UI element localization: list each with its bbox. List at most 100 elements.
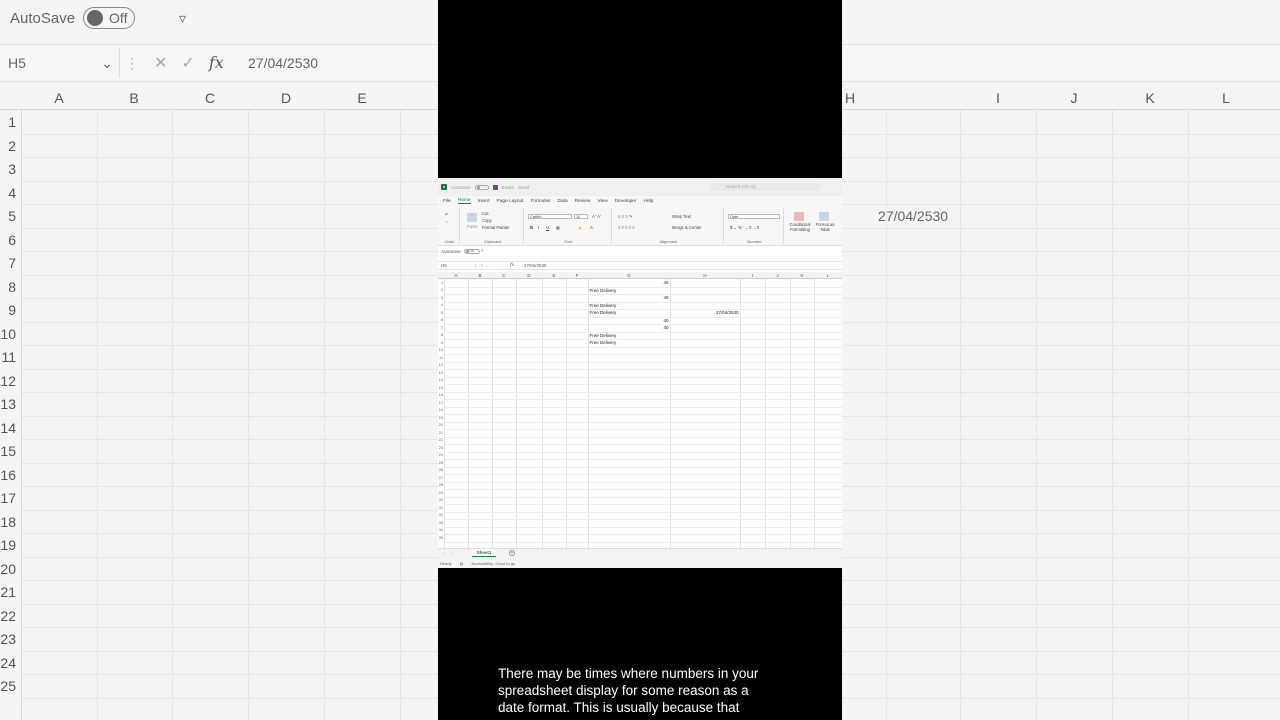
bg-col-header[interactable]: B	[129, 90, 138, 106]
row-header[interactable]: 13	[438, 371, 443, 375]
cell-g1[interactable]: 40	[663, 280, 668, 285]
conditional-formatting-button[interactable]: Conditional Formatting	[787, 222, 813, 232]
bg-row-header[interactable]: 6	[0, 232, 16, 248]
bg-row-header[interactable]: 14	[0, 420, 16, 436]
row-header[interactable]: 30	[438, 498, 443, 502]
save-icon[interactable]	[492, 184, 498, 190]
bg-row-header[interactable]: 21	[0, 584, 16, 600]
conditional-formatting-icon[interactable]	[794, 212, 804, 221]
bg-row-header[interactable]: 5	[0, 208, 16, 224]
format-painter-button[interactable]: Format Painter	[482, 225, 510, 230]
cell-g7[interactable]: 40	[663, 325, 668, 330]
sheet-tab-sheet1[interactable]: Sheet1	[472, 549, 496, 557]
row-header[interactable]: 19	[438, 416, 443, 420]
bg-row-header[interactable]: 8	[0, 279, 16, 295]
column-header[interactable]: G	[627, 273, 631, 278]
bg-row-header[interactable]: 18	[0, 514, 16, 530]
copy-button[interactable]: Copy	[482, 218, 492, 223]
column-header[interactable]: B	[478, 273, 481, 278]
autosave-toggle[interactable]	[474, 184, 489, 190]
font-name-select[interactable]: Calibri	[528, 214, 572, 219]
row-header[interactable]: 1	[438, 281, 443, 285]
sheet-nav-icon[interactable]: ‹›	[444, 551, 457, 556]
row-header[interactable]: 34	[438, 528, 443, 532]
tab-help[interactable]: Help	[644, 199, 654, 204]
bg-row-header[interactable]: 13	[0, 396, 16, 412]
row-header[interactable]: 23	[438, 446, 443, 450]
cell-g5[interactable]: Free Delivery	[590, 310, 617, 315]
bg-row-header[interactable]: 10	[0, 326, 16, 342]
bg-row-header[interactable]: 19	[0, 537, 16, 553]
italic-icon[interactable]: I	[538, 225, 539, 230]
bg-row-header[interactable]: 1	[0, 114, 16, 130]
tab-home[interactable]: Home	[457, 198, 471, 204]
row-header[interactable]: 25	[438, 461, 443, 465]
bg-row-header[interactable]: 25	[0, 678, 16, 694]
row-header[interactable]: 31	[438, 506, 443, 510]
cell-g9[interactable]: Free Delivery	[590, 340, 617, 345]
column-header[interactable]: F	[576, 273, 579, 278]
row-header[interactable]: 5	[438, 311, 443, 315]
format-as-table-icon[interactable]	[819, 212, 829, 221]
bg-row-header[interactable]: 24	[0, 655, 16, 671]
quick-autosave-toggle[interactable]	[463, 248, 480, 254]
bg-row-header[interactable]: 4	[0, 185, 16, 201]
tab-review[interactable]: Review	[575, 199, 591, 204]
bg-col-header[interactable]: K	[1145, 90, 1154, 106]
row-header[interactable]: 10	[438, 348, 443, 352]
row-header[interactable]: 24	[438, 453, 443, 457]
row-header[interactable]: 6	[438, 318, 443, 322]
fill-color-icon[interactable]: ▲	[578, 225, 582, 230]
number-format-select[interactable]: Date	[728, 214, 780, 219]
bg-autosave-toggle[interactable]: Off	[83, 7, 136, 29]
bg-row-header[interactable]: 23	[0, 631, 16, 647]
column-header[interactable]: L	[827, 273, 830, 278]
merge-center-button[interactable]: Merge & Center	[672, 225, 702, 230]
row-header[interactable]: 21	[438, 431, 443, 435]
row-header[interactable]: 14	[438, 378, 443, 382]
row-header[interactable]: 3	[438, 296, 443, 300]
bold-icon[interactable]: B	[530, 225, 533, 230]
row-header[interactable]: 22	[438, 438, 443, 442]
bg-col-header[interactable]: H	[845, 90, 855, 106]
row-header[interactable]: 11	[438, 356, 443, 360]
tab-developer[interactable]: Developer	[615, 199, 637, 204]
bg-row-header[interactable]: 15	[0, 443, 16, 459]
bg-col-header[interactable]: C	[205, 90, 215, 106]
row-header[interactable]: 12	[438, 363, 443, 367]
cell-h5[interactable]: 27/04/2530	[716, 310, 739, 315]
row-header[interactable]: 2	[438, 288, 443, 292]
bg-row-header[interactable]: 22	[0, 608, 16, 624]
row-header[interactable]: 32	[438, 513, 443, 517]
row-header[interactable]: 8	[438, 333, 443, 337]
customize-toolbar-icon[interactable]: ▿	[179, 10, 186, 27]
fx-icon[interactable]: fx	[510, 263, 520, 268]
row-header[interactable]: 15	[438, 386, 443, 390]
row-header[interactable]: 18	[438, 408, 443, 412]
grow-font-icon[interactable]: Aˆ Aˇ	[592, 214, 601, 219]
formula-input[interactable]: 27/04/2530	[520, 263, 547, 268]
row-header[interactable]: 7	[438, 326, 443, 330]
customize-toolbar-icon[interactable]: ▿	[481, 248, 483, 254]
tab-file[interactable]: File	[443, 199, 451, 204]
bg-row-header[interactable]: 3	[0, 161, 16, 177]
row-header[interactable]: 16	[438, 393, 443, 397]
bg-row-header[interactable]: 20	[0, 561, 16, 577]
cell-g3[interactable]: 40	[663, 295, 668, 300]
paste-label[interactable]: Paste	[467, 224, 478, 229]
bg-col-header[interactable]: D	[281, 90, 291, 106]
row-header[interactable]: 20	[438, 423, 443, 427]
underline-icon[interactable]: U	[546, 225, 549, 230]
row-header[interactable]: 9	[438, 341, 443, 345]
font-color-icon[interactable]: A	[590, 225, 593, 230]
bg-col-header[interactable]: I	[996, 90, 1000, 106]
fx-icon[interactable]: fx	[209, 53, 224, 73]
row-header[interactable]: 27	[438, 476, 443, 480]
spreadsheet-grid[interactable]: ABCDEFGHIJKL 1 2 3 4 5 6 7 8 9 10 11 12 13 14 15 16 17 18…	[438, 272, 842, 548]
cut-button[interactable]: Cut	[482, 211, 489, 216]
row-header[interactable]: 29	[438, 491, 443, 495]
cell-g4[interactable]: Free Delivery	[590, 303, 617, 308]
bg-row-header[interactable]: 12	[0, 373, 16, 389]
bg-cell-h5[interactable]: 27/04/2530	[878, 208, 948, 224]
tab-page-layout[interactable]: Page Layout	[497, 199, 524, 204]
